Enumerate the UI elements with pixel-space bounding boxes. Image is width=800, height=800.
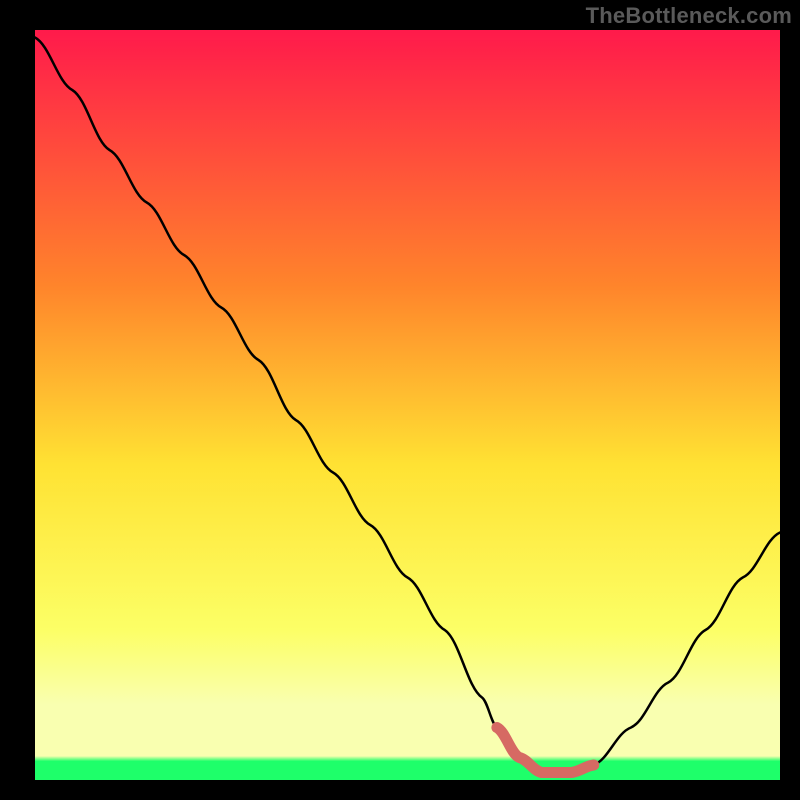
bottleneck-chart <box>0 0 800 800</box>
plot-background <box>35 30 780 780</box>
watermark-text: TheBottleneck.com <box>586 3 792 29</box>
chart-frame: TheBottleneck.com <box>0 0 800 800</box>
